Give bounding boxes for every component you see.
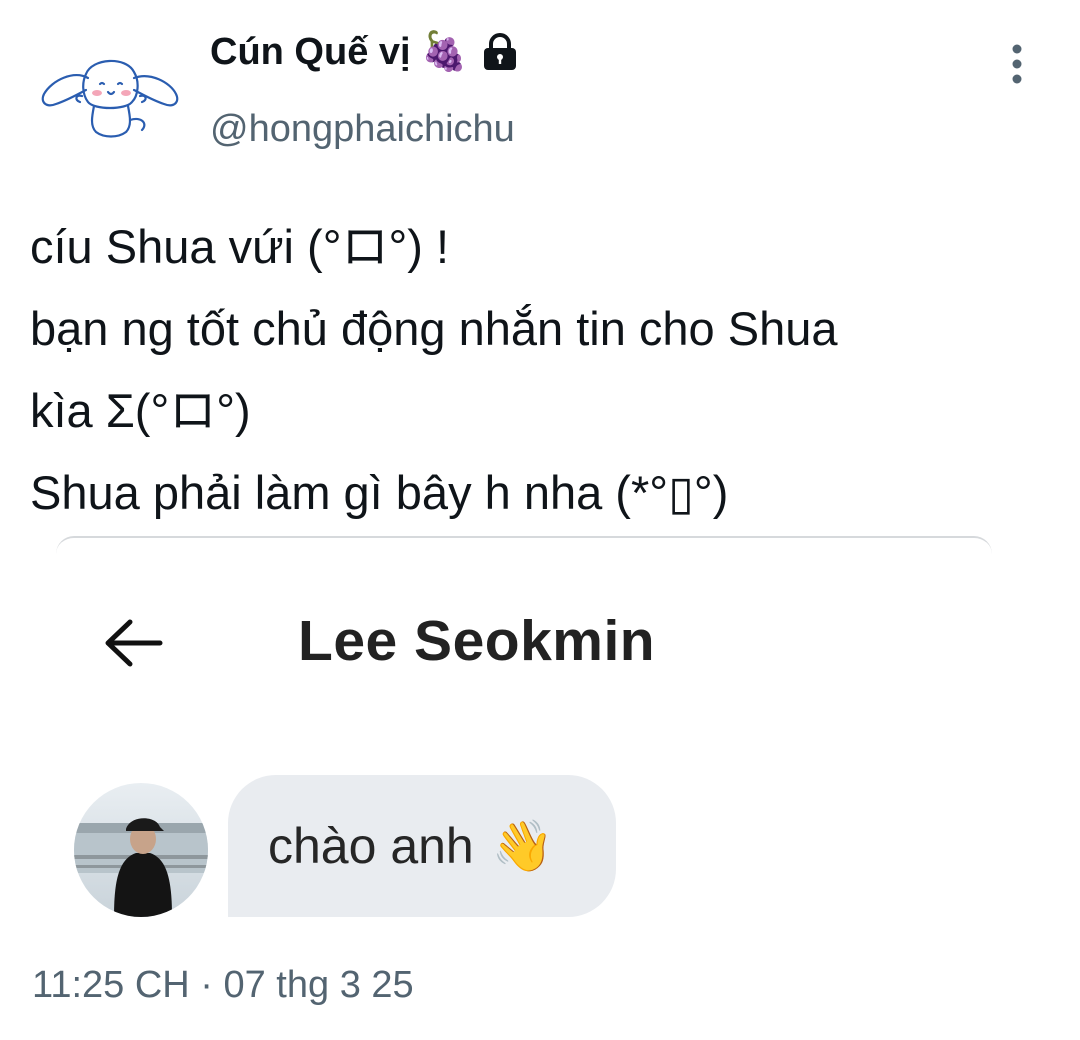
waving-hand-emoji: 👋 xyxy=(491,818,555,874)
grapes-emoji: 🍇 xyxy=(420,31,468,73)
author-display-name[interactable]: Cún Quế vị xyxy=(210,31,411,74)
lock-icon xyxy=(483,33,516,70)
chat-contact-avatar xyxy=(74,783,208,917)
author-handle[interactable]: @hongphaichichu xyxy=(210,108,515,151)
tweet-line: kìa Σ(°ロ°) xyxy=(30,384,251,437)
message-text: chào anh xyxy=(268,818,474,874)
tweet-text: cíu Shua vứi (°ロ°) ! bạn ng tốt chủ động… xyxy=(30,206,1050,534)
back-arrow-icon xyxy=(105,619,163,667)
author-display-name-row[interactable]: Cún Quế vị 🍇 xyxy=(210,30,522,74)
chat-title: Lee Seokmin xyxy=(298,609,656,673)
more-vertical-icon[interactable] xyxy=(1008,44,1026,84)
tweet-line: cíu Shua vứi (°ロ°) ! xyxy=(30,220,450,273)
tweet-timestamp[interactable]: 11:25 CH · 07 thg 3 25 xyxy=(32,964,414,1007)
tweet-line: Shua phải làm gì bây h nha (*°▯°) xyxy=(30,466,729,519)
message-bubble: chào anh 👋 xyxy=(228,775,616,917)
author-avatar[interactable] xyxy=(34,44,184,144)
tweet-line: bạn ng tốt chủ động nhắn tin cho Shua xyxy=(30,302,838,355)
